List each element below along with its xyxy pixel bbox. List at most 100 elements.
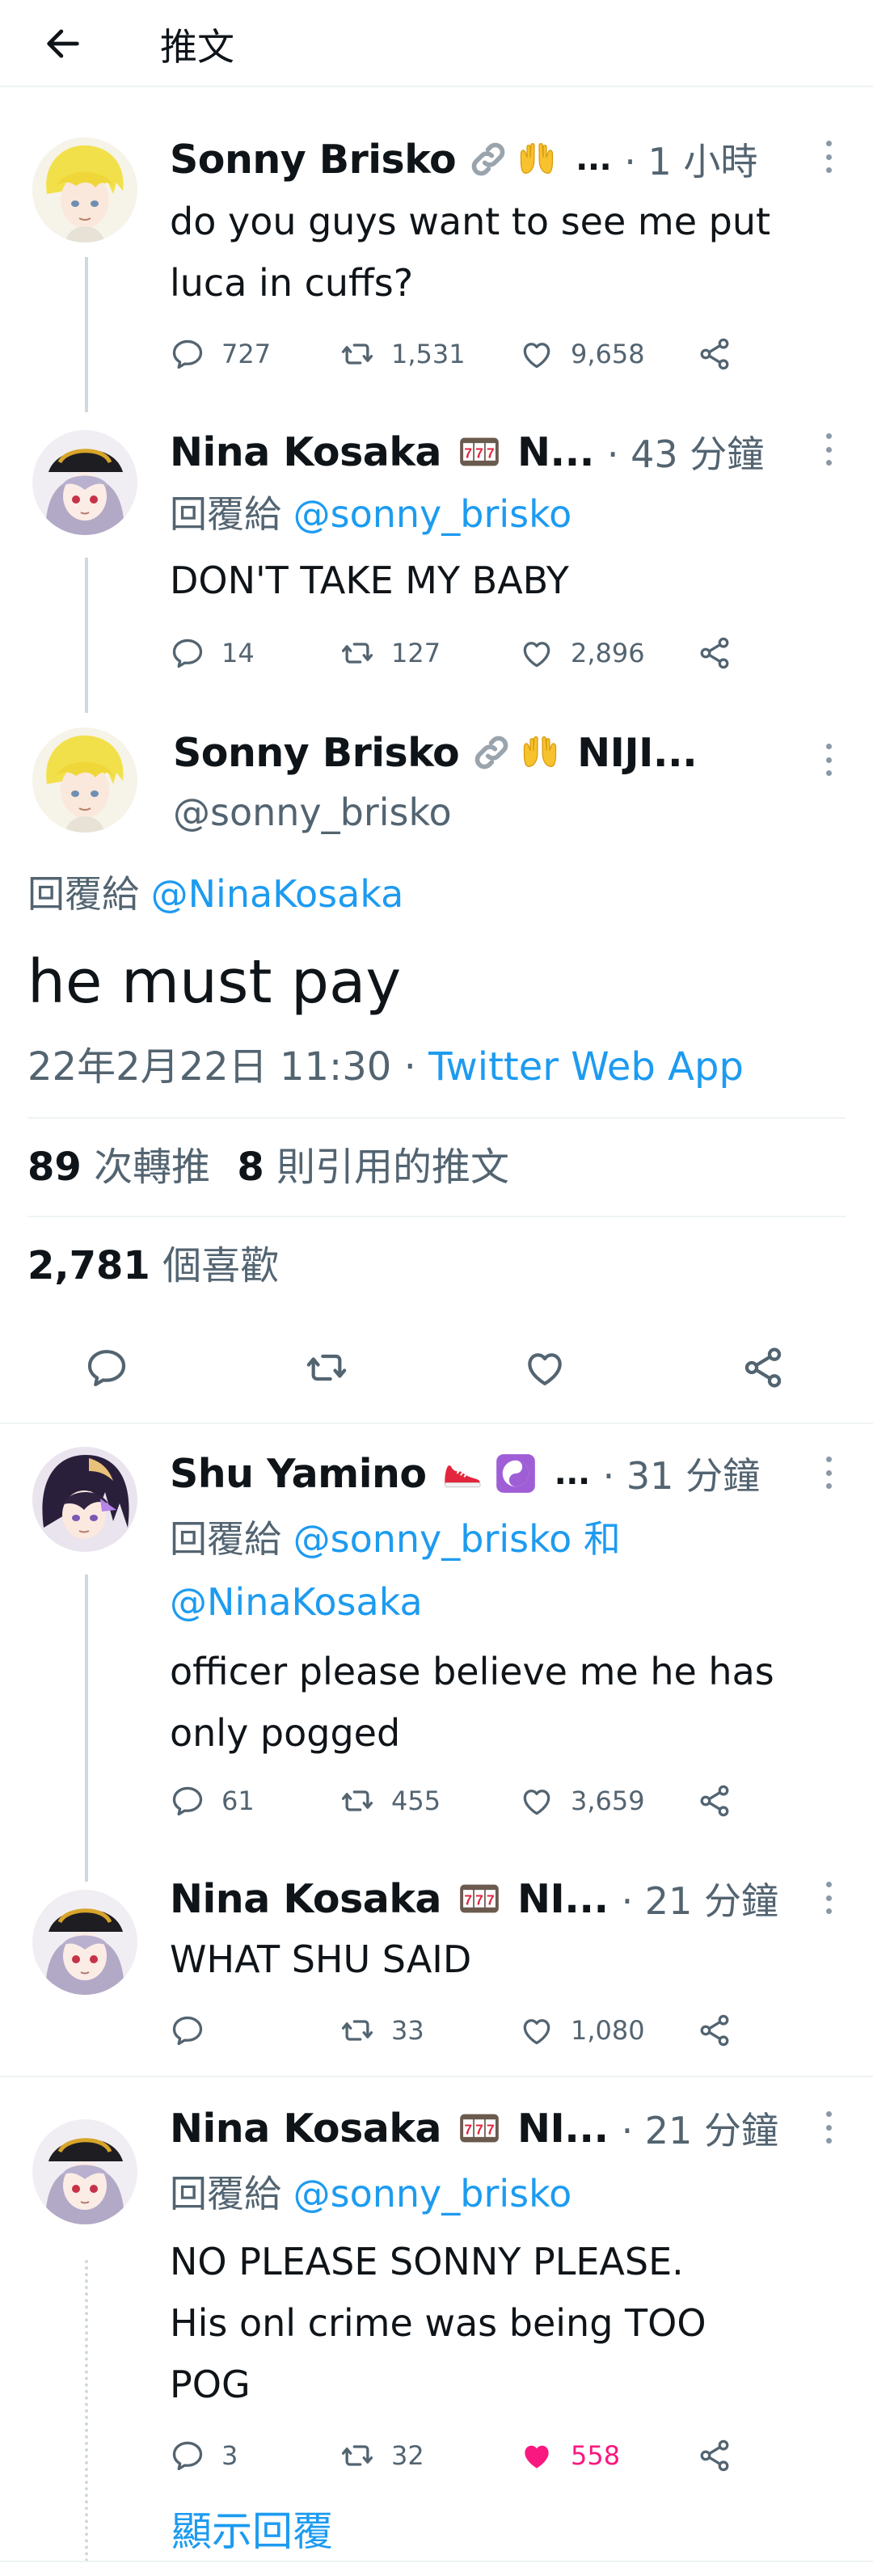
reply-to-line: 回覆給 @sonny_brisko <box>170 483 571 545</box>
avatar[interactable] <box>32 430 137 535</box>
tweet-actions: 33 1,080 <box>170 2006 816 2055</box>
share-button[interactable] <box>697 1783 732 1819</box>
link-emoji-icon <box>467 138 509 180</box>
share-icon <box>697 336 732 372</box>
more-icon[interactable] <box>824 2111 833 2144</box>
reply-to-line: 回覆給 @sonny_brisko <box>170 2163 571 2224</box>
retweet-button[interactable]: 455 <box>340 1783 441 1819</box>
likes-label[interactable]: 個喜歡 <box>162 1243 279 1288</box>
share-icon <box>697 2438 732 2473</box>
likes-stats: 2,781 個喜歡 <box>27 1233 279 1290</box>
tweet-time[interactable]: · 1 小時 <box>624 133 757 186</box>
display-name[interactable]: Nina Kosaka <box>170 429 441 475</box>
name-overflow: NIJI... <box>577 729 698 776</box>
reply-prefix: 回覆給 <box>170 2172 281 2216</box>
name-overflow: ... <box>554 1455 591 1492</box>
quotes-count[interactable]: 8 <box>237 1145 264 1190</box>
retweet-button[interactable] <box>304 1345 349 1390</box>
retweet-button[interactable]: 1,531 <box>340 336 466 372</box>
retweets-count[interactable]: 89 <box>27 1145 82 1190</box>
avatar[interactable] <box>32 1890 137 1995</box>
reply-button[interactable] <box>84 1345 129 1390</box>
tweet-text: His onl crime was being TOO <box>170 2301 706 2345</box>
divider <box>0 2561 873 2562</box>
main-tweet-text: he must pay <box>27 947 402 1017</box>
thread-line <box>85 558 88 713</box>
more-icon[interactable] <box>824 1457 833 1489</box>
handle[interactable]: @sonny_brisko <box>173 791 452 834</box>
mention-link[interactable]: @sonny_brisko <box>293 2172 572 2216</box>
retweet-count: 1,531 <box>391 339 466 369</box>
like-icon <box>522 1345 567 1390</box>
share-button[interactable] <box>697 635 732 671</box>
avatar[interactable] <box>32 727 137 833</box>
tweet-text: NO PLEASE SONNY PLEASE. <box>170 2240 684 2283</box>
display-name[interactable]: Sonny Brisko <box>170 137 457 183</box>
tweet-time[interactable]: · 31 分鐘 <box>603 1447 760 1500</box>
like-button[interactable]: 558 <box>519 2438 620 2473</box>
mention-link[interactable]: @sonny_brisko <box>293 1517 572 1561</box>
reply-button[interactable]: 14 <box>170 635 255 671</box>
retweet-icon <box>340 1783 375 1819</box>
tweet-text: DON'T TAKE MY BABY <box>170 559 569 602</box>
mention-link[interactable]: @NinaKosaka <box>151 872 404 916</box>
back-arrow-icon[interactable] <box>42 23 84 65</box>
retweet-icon <box>340 635 375 671</box>
top-bar: 推文 <box>0 0 873 87</box>
retweet-button[interactable]: 33 <box>340 2013 424 2048</box>
more-icon[interactable] <box>824 744 833 776</box>
reply-button[interactable] <box>170 2013 221 2048</box>
like-button[interactable] <box>522 1345 567 1390</box>
more-icon[interactable] <box>824 433 833 466</box>
shoe-emoji-icon <box>438 1452 487 1495</box>
avatar[interactable] <box>32 2119 137 2224</box>
more-icon[interactable] <box>824 141 833 173</box>
retweet-button[interactable]: 127 <box>340 635 441 671</box>
avatar[interactable] <box>32 137 137 242</box>
retweets-label[interactable]: 次轉推 <box>94 1145 210 1190</box>
engagement-stats: 89 次轉推 8 則引用的推文 <box>27 1135 509 1191</box>
avatar[interactable] <box>32 1447 137 1552</box>
display-name[interactable]: Shu Yamino <box>170 1451 427 1497</box>
retweet-button[interactable]: 32 <box>340 2438 424 2473</box>
tweet-actions: 61 455 3,659 <box>170 1777 816 1825</box>
source-link[interactable]: Twitter Web App <box>428 1044 744 1090</box>
quotes-label[interactable]: 則引用的推文 <box>276 1145 509 1190</box>
reply-button[interactable]: 61 <box>170 1783 255 1819</box>
reply-prefix: 回覆給 <box>170 1517 281 1561</box>
slot-emoji-icon <box>454 2107 504 2149</box>
share-button[interactable] <box>740 1345 786 1390</box>
share-button[interactable] <box>697 2013 732 2048</box>
main-tweet-actions <box>0 1343 873 1392</box>
display-name[interactable]: Nina Kosaka <box>170 1876 441 1922</box>
thread-line <box>85 257 88 412</box>
tweet-time[interactable]: · 43 分鐘 <box>607 425 764 479</box>
like-button[interactable]: 9,658 <box>519 336 645 372</box>
mention-link[interactable]: @sonny_brisko <box>293 492 572 536</box>
like-button[interactable]: 1,080 <box>519 2013 645 2048</box>
thread-line <box>85 1575 88 1882</box>
display-name[interactable]: Sonny Brisko <box>173 730 460 776</box>
tweet-text: WHAT SHU SAID <box>170 1937 472 1981</box>
reply-button[interactable]: 727 <box>170 336 271 372</box>
show-replies-link[interactable]: 顯示回覆 <box>171 2499 333 2557</box>
tweet-time[interactable]: · 21 分鐘 <box>622 2102 778 2155</box>
likes-count[interactable]: 2,781 <box>27 1243 150 1288</box>
retweet-count: 33 <box>391 2015 424 2046</box>
like-button[interactable]: 2,896 <box>519 635 645 671</box>
hands-emoji-icon <box>519 731 561 774</box>
reply-button[interactable]: 3 <box>170 2438 238 2473</box>
like-filled-icon <box>519 2438 555 2473</box>
display-name[interactable]: Nina Kosaka <box>170 2106 441 2152</box>
retweet-count: 32 <box>391 2440 424 2471</box>
mention-link[interactable]: @NinaKosaka <box>170 1571 423 1633</box>
page-title: 推文 <box>160 25 234 69</box>
tweet-time[interactable]: · 21 分鐘 <box>622 1872 778 1925</box>
more-icon[interactable] <box>824 1882 833 1914</box>
share-button[interactable] <box>697 336 732 372</box>
reply-icon <box>170 1783 205 1819</box>
like-button[interactable]: 3,659 <box>519 1783 645 1819</box>
share-button[interactable] <box>697 2438 732 2473</box>
tweet-text: do you guys want to see me put <box>170 200 771 243</box>
tweet-header: Shu Yamino ... · 31 分鐘 <box>170 1447 760 1500</box>
